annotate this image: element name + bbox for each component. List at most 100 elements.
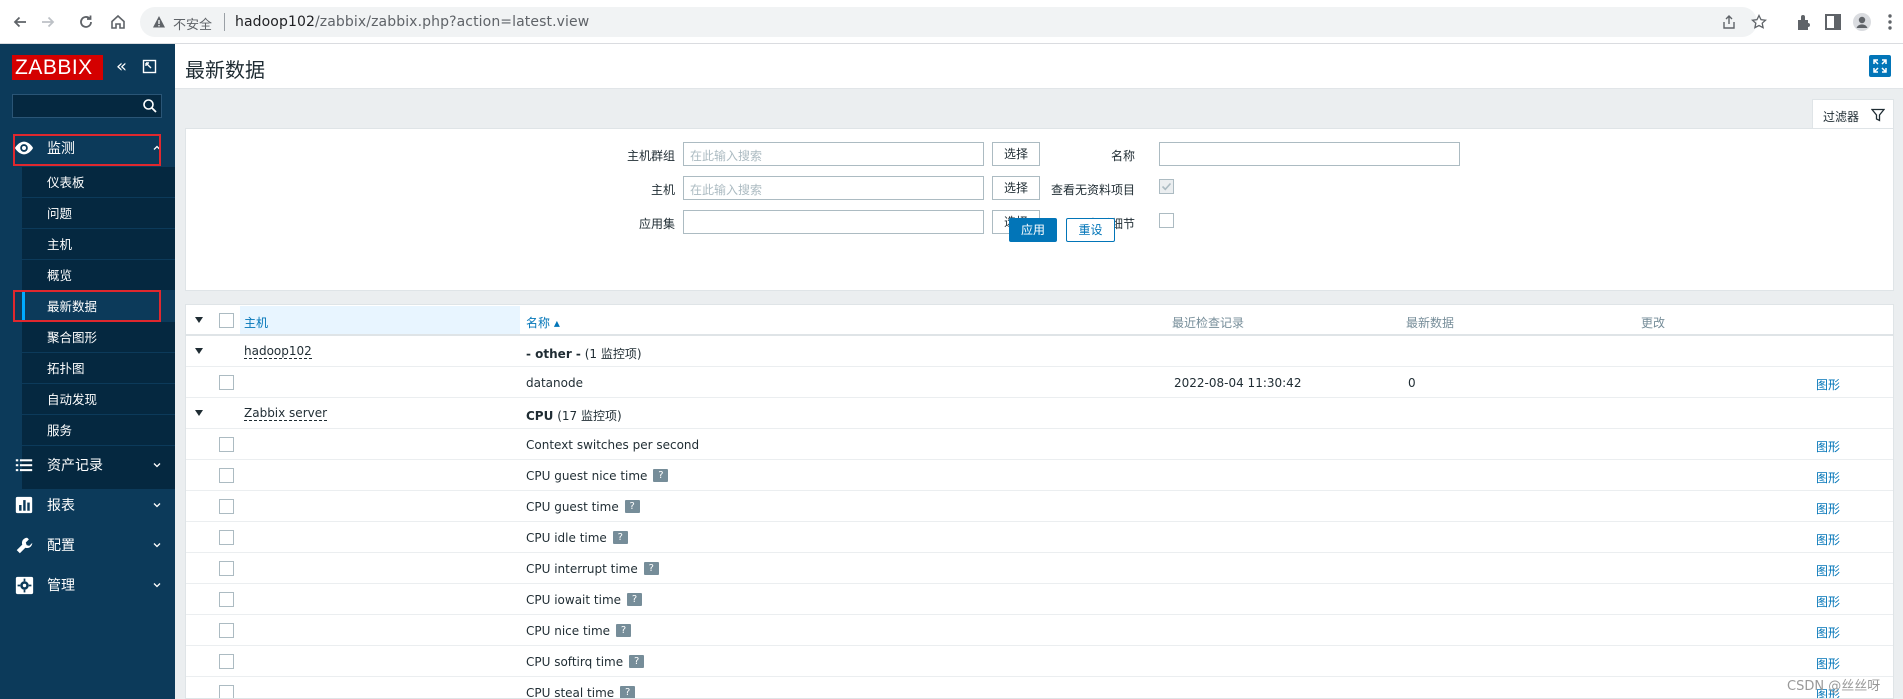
reload-icon bbox=[80, 15, 92, 28]
help-icon[interactable]: ? bbox=[627, 593, 643, 606]
collapse-sidebar-button[interactable]: « bbox=[116, 58, 127, 76]
application-name: CPU (17 监控项) bbox=[526, 407, 622, 424]
submenu-overview[interactable]: 概览 bbox=[22, 260, 175, 291]
show-items-without-data-checkbox[interactable] bbox=[1159, 179, 1174, 194]
submenu-problems[interactable]: 问题 bbox=[22, 198, 175, 229]
fullscreen-button[interactable] bbox=[1869, 55, 1891, 77]
host-input[interactable]: 在此输入搜索 bbox=[683, 176, 984, 200]
row-checkbox[interactable] bbox=[219, 654, 234, 669]
name-label: 名称 bbox=[1110, 149, 1135, 163]
zabbix-logo[interactable]: ZABBIX bbox=[12, 55, 103, 80]
host-group-input[interactable]: 在此输入搜索 bbox=[683, 142, 984, 166]
graph-link[interactable]: 图形 bbox=[1816, 376, 1840, 393]
row-checkbox[interactable] bbox=[219, 561, 234, 576]
security-label: 不安全 bbox=[173, 18, 213, 33]
more-menu-icon[interactable] bbox=[1880, 12, 1900, 32]
sidepanel-icon[interactable] bbox=[1823, 12, 1843, 32]
menu-configuration-label: 配置 bbox=[47, 538, 75, 554]
column-header-host[interactable]: 主机 bbox=[244, 314, 268, 331]
browser-toolbar: 不安全 hadoop102/zabbix/zabbix.php?action=l… bbox=[0, 0, 1903, 44]
help-icon[interactable]: ? bbox=[624, 500, 640, 513]
host-link[interactable]: hadoop102 bbox=[244, 345, 312, 359]
item-name: CPU steal time? bbox=[526, 686, 636, 699]
home-icon bbox=[111, 14, 125, 29]
menu-configuration[interactable]: 配置 bbox=[0, 526, 175, 564]
apply-button[interactable]: 应用 bbox=[1009, 218, 1057, 242]
menu-inventory[interactable]: 资产记录 bbox=[0, 446, 175, 484]
graph-link[interactable]: 图形 bbox=[1816, 531, 1840, 548]
application-title: - other - bbox=[526, 347, 581, 361]
host-column-highlight bbox=[240, 306, 520, 334]
menu-reports[interactable]: 报表 bbox=[0, 486, 175, 524]
column-header-last-value: 最新数据 bbox=[1406, 316, 1455, 330]
submenu-discovery[interactable]: 自动发现 bbox=[22, 384, 175, 415]
star-icon[interactable] bbox=[1751, 14, 1767, 30]
item-name-text: CPU steal time bbox=[526, 686, 615, 699]
submenu-screens[interactable]: 聚合图形 bbox=[22, 322, 175, 353]
wrench-icon bbox=[13, 534, 35, 556]
warning-icon bbox=[153, 16, 165, 28]
help-icon[interactable]: ? bbox=[612, 531, 628, 544]
reload-button[interactable] bbox=[74, 10, 98, 34]
reset-button[interactable]: 重设 bbox=[1066, 218, 1115, 242]
share-icon[interactable] bbox=[1721, 14, 1737, 30]
sidebar-search-input[interactable] bbox=[12, 94, 162, 118]
show-details-checkbox[interactable] bbox=[1159, 213, 1174, 228]
submenu-hosts[interactable]: 主机 bbox=[22, 229, 175, 260]
graph-link[interactable]: 图形 bbox=[1816, 500, 1840, 517]
graph-link[interactable]: 图形 bbox=[1816, 562, 1840, 579]
row-checkbox[interactable] bbox=[219, 468, 234, 483]
help-icon[interactable]: ? bbox=[620, 686, 636, 698]
row-checkbox[interactable] bbox=[219, 437, 234, 452]
menu-administration[interactable]: 管理 bbox=[0, 566, 175, 604]
address-bar[interactable]: 不安全 hadoop102/zabbix/zabbix.php?action=l… bbox=[140, 7, 1767, 37]
name-input[interactable] bbox=[1159, 142, 1460, 166]
collapse-toggle[interactable] bbox=[195, 410, 203, 416]
watermark: CSDN @丝丝呀 bbox=[1787, 679, 1881, 694]
home-button[interactable] bbox=[106, 10, 130, 34]
url-host: hadoop102 bbox=[235, 14, 315, 30]
forward-button[interactable] bbox=[36, 10, 60, 34]
select-all-checkbox[interactable] bbox=[219, 313, 234, 328]
help-icon[interactable]: ? bbox=[653, 469, 669, 482]
chevron-down-icon bbox=[153, 543, 161, 548]
item-name: CPU interrupt time? bbox=[526, 562, 659, 576]
help-icon[interactable]: ? bbox=[643, 562, 659, 575]
latest-data-table: 主机 名称 ▴ 最近检查记录 最新数据 更改 hadoop102 - other… bbox=[185, 304, 1894, 699]
graph-link[interactable]: 图形 bbox=[1816, 438, 1840, 455]
submenu-dashboard[interactable]: 仪表板 bbox=[22, 167, 175, 198]
application-input[interactable] bbox=[683, 210, 984, 234]
collapse-toggle[interactable] bbox=[195, 348, 203, 354]
menu-reports-label: 报表 bbox=[47, 498, 75, 514]
back-button[interactable] bbox=[8, 10, 32, 34]
item-name: CPU nice time? bbox=[526, 624, 632, 638]
column-header-name[interactable]: 名称 ▴ bbox=[526, 314, 560, 331]
row-checkbox[interactable] bbox=[219, 592, 234, 607]
row-checkbox[interactable] bbox=[219, 375, 234, 390]
item-name-text: CPU idle time bbox=[526, 531, 607, 545]
submenu-services[interactable]: 服务 bbox=[22, 415, 175, 446]
graph-link[interactable]: 图形 bbox=[1816, 655, 1840, 672]
extensions-icon[interactable] bbox=[1794, 12, 1814, 32]
graph-link[interactable]: 图形 bbox=[1816, 624, 1840, 641]
url-path: /zabbix/zabbix.php?action=latest.view bbox=[314, 14, 590, 30]
collapse-all-toggle[interactable] bbox=[195, 317, 203, 323]
profile-icon[interactable] bbox=[1852, 12, 1872, 32]
submenu-maps[interactable]: 拓扑图 bbox=[22, 353, 175, 384]
graph-link[interactable]: 图形 bbox=[1816, 469, 1840, 486]
row-checkbox[interactable] bbox=[219, 530, 234, 545]
row-checkbox[interactable] bbox=[219, 685, 234, 698]
kiosk-mode-icon[interactable] bbox=[142, 59, 157, 74]
help-icon[interactable]: ? bbox=[629, 655, 645, 668]
item-name-text: CPU softirq time bbox=[526, 655, 624, 669]
host-link[interactable]: Zabbix server bbox=[244, 407, 328, 421]
page-title: 最新数据 bbox=[185, 58, 265, 82]
url-text[interactable]: hadoop102/zabbix/zabbix.php?action=lates… bbox=[235, 14, 589, 30]
help-icon[interactable]: ? bbox=[616, 624, 632, 637]
row-checkbox[interactable] bbox=[219, 623, 234, 638]
row-checkbox[interactable] bbox=[219, 499, 234, 514]
search-icon[interactable] bbox=[142, 98, 158, 114]
filter-tab[interactable]: 过滤器 bbox=[1812, 99, 1894, 129]
chevron-down-icon bbox=[153, 463, 161, 468]
graph-link[interactable]: 图形 bbox=[1816, 593, 1840, 610]
